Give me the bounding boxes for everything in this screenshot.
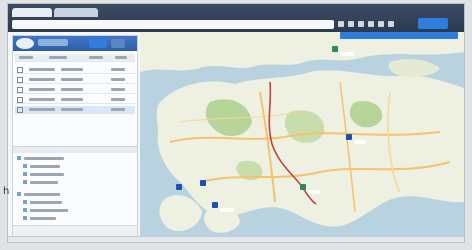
checkbox-icon[interactable] bbox=[17, 67, 23, 73]
table-row[interactable] bbox=[15, 86, 135, 94]
toolbar-action-button[interactable] bbox=[418, 18, 448, 29]
checkbox-icon[interactable] bbox=[17, 87, 23, 93]
browser-tab[interactable] bbox=[54, 8, 98, 17]
tree-item-label bbox=[30, 165, 60, 168]
header-tab[interactable] bbox=[111, 39, 125, 48]
tree-folder-icon bbox=[23, 164, 27, 168]
vehicle-grid bbox=[15, 54, 135, 120]
address-bar[interactable] bbox=[12, 20, 334, 29]
tree-folder-icon bbox=[23, 216, 27, 220]
land-island bbox=[388, 59, 440, 77]
panel-tabs[interactable] bbox=[13, 146, 137, 153]
map-marker-icon[interactable] bbox=[300, 184, 306, 190]
tree-folder-icon bbox=[17, 156, 21, 160]
browser-toolbar bbox=[8, 4, 464, 32]
cell bbox=[111, 98, 125, 101]
map-marker-icon[interactable] bbox=[176, 184, 182, 190]
cell bbox=[111, 88, 125, 91]
browser-tab[interactable] bbox=[12, 8, 52, 17]
tree-folder-icon bbox=[23, 208, 27, 212]
cell bbox=[29, 88, 55, 91]
map-marker-icon[interactable] bbox=[346, 134, 352, 140]
tree-item-label bbox=[24, 193, 60, 196]
tree-item-label bbox=[24, 157, 64, 160]
nav-icon[interactable] bbox=[338, 21, 344, 27]
table-row-selected[interactable] bbox=[15, 106, 135, 114]
cell bbox=[111, 78, 125, 81]
marker-label bbox=[354, 140, 366, 144]
column-header[interactable] bbox=[115, 56, 127, 59]
cell bbox=[29, 98, 55, 101]
map-marker-icon[interactable] bbox=[332, 46, 338, 52]
map-canvas bbox=[140, 32, 464, 233]
tree-item-label bbox=[30, 209, 68, 212]
marker-label bbox=[340, 52, 354, 56]
left-panel bbox=[12, 35, 138, 237]
app-title bbox=[38, 39, 68, 46]
checkbox-icon[interactable] bbox=[17, 97, 23, 103]
cell bbox=[111, 68, 125, 71]
marker-label bbox=[220, 208, 234, 212]
app-header bbox=[13, 36, 137, 51]
cell bbox=[111, 108, 125, 111]
cell bbox=[29, 108, 55, 111]
tree-item-label bbox=[30, 173, 64, 176]
layer-tree bbox=[15, 156, 135, 226]
table-header bbox=[15, 54, 135, 62]
tree-folder-icon bbox=[17, 192, 21, 196]
nav-icon[interactable] bbox=[358, 21, 364, 27]
cell bbox=[29, 78, 55, 81]
nav-icon[interactable] bbox=[388, 21, 394, 27]
cell bbox=[29, 68, 55, 71]
checkbox-icon[interactable] bbox=[17, 107, 23, 113]
tree-item-label bbox=[30, 201, 62, 204]
map-view[interactable] bbox=[140, 32, 464, 236]
cell bbox=[61, 78, 83, 81]
header-tab[interactable] bbox=[89, 39, 107, 48]
tree-folder-icon bbox=[23, 200, 27, 204]
cell bbox=[61, 108, 83, 111]
cell bbox=[61, 88, 83, 91]
table-row[interactable] bbox=[15, 76, 135, 84]
cell bbox=[61, 98, 83, 101]
logo-icon bbox=[16, 38, 34, 49]
column-header[interactable] bbox=[49, 56, 67, 59]
caption-text: h bbox=[3, 186, 10, 197]
marker-label bbox=[308, 190, 320, 194]
status-bar bbox=[8, 236, 464, 242]
table-row[interactable] bbox=[15, 66, 135, 74]
tree-item-label bbox=[30, 181, 58, 184]
column-header[interactable] bbox=[89, 56, 103, 59]
nav-icon[interactable] bbox=[368, 21, 374, 27]
nav-icon[interactable] bbox=[378, 21, 384, 27]
checkbox-icon[interactable] bbox=[17, 77, 23, 83]
cell bbox=[61, 68, 83, 71]
column-header[interactable] bbox=[19, 56, 33, 59]
panel-footer bbox=[13, 225, 137, 236]
land-main-island bbox=[156, 70, 464, 227]
tree-item-label bbox=[30, 217, 56, 220]
tree-folder-icon bbox=[23, 180, 27, 184]
nav-icon[interactable] bbox=[348, 21, 354, 27]
screen bbox=[8, 4, 464, 242]
map-toolbar[interactable] bbox=[340, 32, 458, 39]
table-row[interactable] bbox=[15, 96, 135, 104]
map-marker-icon[interactable] bbox=[212, 202, 218, 208]
map-marker-icon[interactable] bbox=[200, 180, 206, 186]
tree-folder-icon bbox=[23, 172, 27, 176]
